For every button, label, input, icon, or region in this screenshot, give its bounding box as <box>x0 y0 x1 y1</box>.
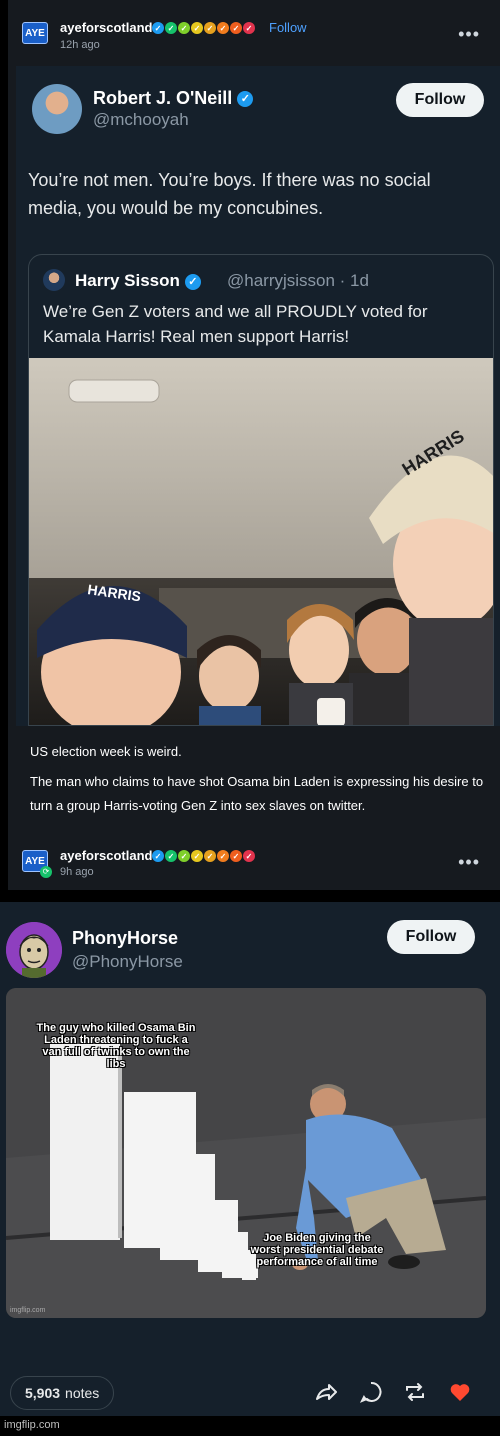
share-icon[interactable] <box>314 1380 338 1404</box>
quote-avatar <box>43 269 65 291</box>
post-time: 12h ago <box>60 39 100 51</box>
badge-icon: ✓ <box>243 850 255 862</box>
notes-label: notes <box>65 1385 100 1401</box>
badge-icon: ✓ <box>230 22 242 34</box>
more-options-icon[interactable]: ••• <box>458 24 480 45</box>
imgflip-watermark-bar: imgflip.com <box>0 1416 500 1436</box>
caption-line-2: The man who claims to have shot Osama bi… <box>30 774 484 813</box>
quote-photo: HARRIS HARRIS <box>29 358 493 725</box>
blog-username[interactable]: ayeforscotland <box>60 20 152 35</box>
badge-icon: ✓ <box>204 850 216 862</box>
badge-icon: ✓ <box>152 22 164 34</box>
badge-icon: ✓ <box>217 850 229 862</box>
reblog-time: 9h ago <box>60 866 94 878</box>
badge-icon: ✓ <box>243 22 255 34</box>
avatar <box>6 922 62 978</box>
meme-image: The guy who killed Osama Bin Laden threa… <box>6 988 486 1318</box>
tumblr-post: AYE ayeforscotland ✓ ✓ ✓ ✓ ✓ ✓ ✓ ✓ Follow 12h a… <box>8 0 500 890</box>
heart-icon[interactable] <box>448 1380 472 1404</box>
badge-row: ✓ ✓ ✓ ✓ ✓ ✓ ✓ ✓ <box>152 850 255 862</box>
badge-icon: ✓ <box>152 850 164 862</box>
meme-bottom-label: Joe Biden giving the worst presidential … <box>250 1232 384 1268</box>
badge-icon: ✓ <box>178 22 190 34</box>
reply-icon[interactable] <box>359 1380 383 1404</box>
tweet-follow-button[interactable]: Follow <box>396 83 484 117</box>
badge-icon: ✓ <box>217 22 229 34</box>
badge-icon: ✓ <box>165 850 177 862</box>
tweet2-author-handle: @PhonyHorse <box>72 952 183 971</box>
reblog-username[interactable]: ayeforscotland <box>60 848 152 863</box>
follow-button[interactable]: Follow <box>269 20 307 35</box>
avatar <box>32 84 82 134</box>
reblog-icon[interactable] <box>403 1380 427 1404</box>
imgflip-watermark: imgflip.com <box>4 1419 60 1431</box>
notes-button[interactable]: 5,903 notes <box>10 1376 115 1410</box>
reblog-more-icon[interactable]: ••• <box>458 852 480 873</box>
quote-author-handle: @harryjsisson · 1d <box>227 271 369 290</box>
blog-avatar[interactable]: AYE <box>22 22 48 44</box>
quote-author-name: Harry Sisson ✓ <box>75 271 201 291</box>
badge-icon: ✓ <box>191 22 203 34</box>
quote-text: We’re Gen Z voters and we all PROUDLY vo… <box>43 302 428 346</box>
reblog-icon: ⟳ <box>40 866 52 878</box>
tweet-card-2: PhonyHorse @PhonyHorse Follow The guy wh… <box>0 902 500 1372</box>
quote-author-name-text: Harry Sisson <box>75 271 180 290</box>
notes-count: 5,903 <box>25 1385 61 1401</box>
quoted-tweet[interactable]: Harry Sisson ✓ @harryjsisson · 1d We’re G… <box>28 254 494 726</box>
meme-top-label: The guy who killed Osama Bin Laden threa… <box>36 1022 196 1070</box>
tweet-author-name-text: Robert J. O'Neill <box>93 88 233 108</box>
badge-icon: ✓ <box>165 22 177 34</box>
avatar-drawing <box>6 922 62 978</box>
badge-icon: ✓ <box>204 22 216 34</box>
caption-line-1: US election week is weird. <box>30 744 182 759</box>
verified-icon: ✓ <box>184 273 201 290</box>
tweet-author-handle: @mchooyah <box>93 110 189 129</box>
tweet-author-name: Robert J. O'Neill ✓ <box>93 88 254 109</box>
badge-icon: ✓ <box>230 850 242 862</box>
tweet2-author-name: PhonyHorse <box>72 928 179 948</box>
post-header: AYE ayeforscotland ✓ ✓ ✓ ✓ ✓ ✓ ✓ ✓ Follow 12h a… <box>8 0 500 66</box>
badge-icon: ✓ <box>178 850 190 862</box>
tweet-card: Robert J. O'Neill ✓ @mchooyah Follow You’… <box>16 66 500 726</box>
post-caption: US election week is weird. The man who c… <box>30 740 490 818</box>
post-footer: 5,903 notes <box>0 1372 500 1416</box>
tweet2-follow-button[interactable]: Follow <box>387 920 475 954</box>
tweet-text: You’re not men. You’re boys. If there wa… <box>28 170 431 218</box>
badge-row: ✓ ✓ ✓ ✓ ✓ ✓ ✓ ✓ <box>152 22 255 34</box>
meme-watermark: imgflip.com <box>10 1307 46 1314</box>
verified-icon: ✓ <box>237 91 254 108</box>
badge-icon: ✓ <box>191 850 203 862</box>
